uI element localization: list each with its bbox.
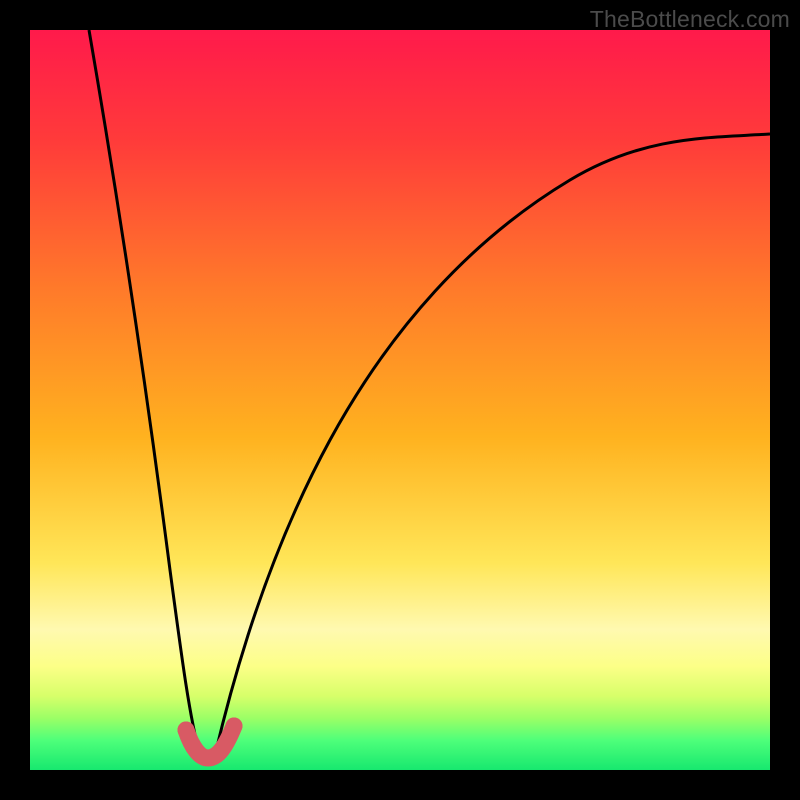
- highlight-end-left-dot-icon: [178, 722, 195, 739]
- chart-frame: TheBottleneck.com: [0, 0, 800, 800]
- watermark-text: TheBottleneck.com: [590, 6, 790, 33]
- highlight-end-right-dot-icon: [226, 718, 243, 735]
- chart-plot-area: [30, 30, 770, 770]
- chart-curves: [30, 30, 770, 770]
- curve-right-branch: [215, 134, 770, 755]
- curve-left-branch: [89, 30, 200, 755]
